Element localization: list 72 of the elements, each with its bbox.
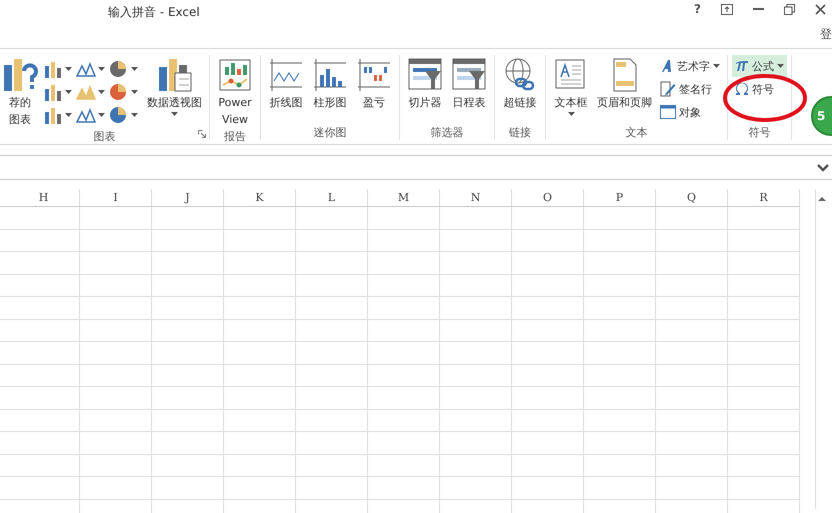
column-header[interactable]: J — [152, 189, 224, 206]
chart-type-icon[interactable] — [43, 82, 63, 100]
ribbon-button[interactable]: 公式 — [732, 55, 787, 77]
caret-icon — [65, 112, 72, 116]
caret-icon — [98, 66, 105, 70]
group-label: 链接 — [509, 125, 531, 140]
caret-icon — [98, 112, 105, 116]
caret-icon — [65, 66, 72, 70]
letter-a-icon — [660, 59, 674, 73]
ribbon-button[interactable]: 签名行 — [657, 78, 723, 100]
ribbon-button[interactable]: 数据透视图 — [144, 55, 205, 129]
ribbon-button[interactable]: 超链接 — [499, 55, 541, 125]
dialog-launcher-icon[interactable] — [198, 130, 206, 138]
caret-icon — [131, 66, 138, 70]
sparkline-icon — [268, 57, 304, 93]
column-header[interactable]: K — [224, 189, 296, 206]
ribbon-button[interactable]: 荐的 图表 — [0, 55, 41, 129]
ribbon-display-icon[interactable] — [721, 4, 733, 14]
scroll-up-icon[interactable] — [816, 194, 828, 204]
column-header[interactable]: R — [728, 189, 800, 206]
help-button[interactable]: ? — [694, 2, 701, 16]
group-label: 图表 — [94, 129, 116, 144]
column-header[interactable]: H — [8, 189, 80, 206]
chart-type-icon[interactable] — [76, 60, 96, 78]
caret-icon — [98, 90, 105, 94]
chart-type-icon[interactable] — [109, 82, 129, 100]
ribbon-button[interactable]: 页眉和页脚 — [594, 55, 655, 125]
ribbon-button[interactable]: 艺术字 — [657, 55, 723, 77]
vertical-scrollbar[interactable] — [815, 189, 829, 509]
close-icon[interactable] — [815, 4, 826, 14]
group-label: 报告 — [224, 129, 246, 144]
column-header[interactable]: L — [296, 189, 368, 206]
group-label: 文本 — [626, 125, 648, 140]
column-header[interactable]: I — [80, 189, 152, 206]
window-title: 输入拼音 - Excel — [108, 4, 200, 21]
chart-type-icon[interactable] — [76, 106, 96, 124]
pen-icon — [660, 81, 676, 97]
group-label: 迷你图 — [314, 125, 346, 140]
pivot-chart-icon — [156, 57, 192, 93]
caret-icon — [131, 112, 138, 116]
chart-question-icon — [2, 57, 38, 93]
ribbon-button[interactable]: 柱形图 — [309, 55, 351, 125]
group-label: 筛选器 — [430, 125, 464, 140]
ribbon-button[interactable]: 盈亏 — [353, 55, 395, 125]
caret-icon — [65, 90, 72, 94]
power-view-icon — [217, 57, 253, 93]
column-header[interactable]: N — [440, 189, 512, 206]
column-header[interactable]: P — [584, 189, 656, 206]
group-label: 符号 — [748, 125, 770, 140]
win-loss-icon — [356, 57, 392, 93]
ribbon-button[interactable]: 切片器 — [404, 55, 446, 125]
restore-icon[interactable] — [784, 4, 795, 14]
notification-badge: 5 — [811, 96, 832, 136]
chart-type-icon[interactable] — [43, 60, 63, 78]
chart-type-icon[interactable] — [109, 60, 129, 78]
caret-icon — [131, 90, 138, 94]
ribbon-button[interactable]: 文本框 — [550, 55, 592, 125]
column-header[interactable]: M — [368, 189, 440, 206]
pi-icon — [735, 60, 749, 72]
ribbon-button[interactable]: 折线图 — [265, 55, 307, 125]
sign-in-link[interactable]: 登 — [820, 26, 832, 43]
omega-icon — [735, 82, 749, 96]
ribbon-button[interactable]: 日程表 — [448, 55, 490, 125]
ribbon-button[interactable]: Power View — [214, 55, 256, 129]
ribbon-button[interactable]: 对象 — [657, 101, 723, 123]
column-header[interactable]: Q — [656, 189, 728, 206]
expand-chevron-icon[interactable] — [817, 164, 829, 172]
window-icon — [660, 105, 676, 119]
chart-type-icon[interactable] — [43, 106, 63, 124]
column-header[interactable]: O — [512, 189, 584, 206]
chart-type-icon[interactable] — [109, 106, 129, 124]
sparkline-column-icon — [312, 57, 348, 93]
